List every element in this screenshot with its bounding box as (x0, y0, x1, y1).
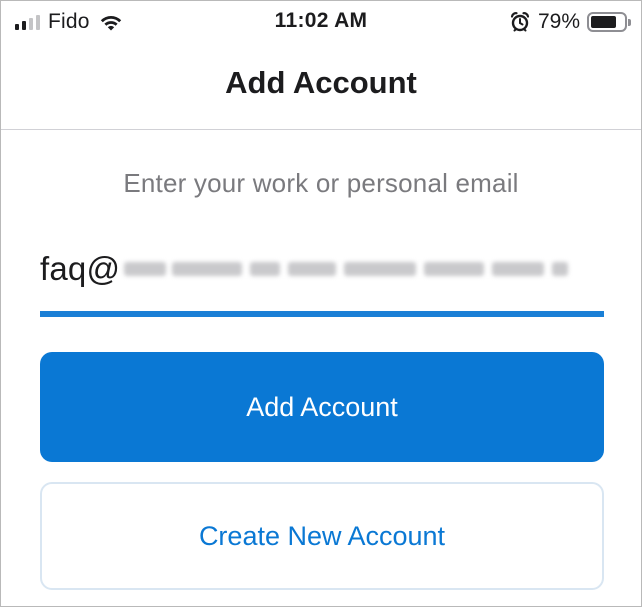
alarm-icon (510, 12, 530, 32)
status-bar: Fido 11:02 AM 79% (1, 1, 641, 45)
battery-percent: 79% (537, 10, 580, 33)
battery-cap (628, 19, 631, 26)
page-title: Add Account (225, 65, 417, 100)
email-field-value: faq@ (40, 250, 121, 287)
status-bar-right: 79% (509, 9, 631, 35)
battery-icon (587, 12, 631, 32)
email-field[interactable]: faq@ (40, 247, 572, 291)
email-field-underline (40, 311, 604, 317)
add-account-button[interactable]: Add Account (40, 352, 604, 462)
battery-level-fill (591, 16, 617, 28)
nav-divider (1, 129, 641, 130)
email-redacted-blur (124, 256, 572, 282)
app-screen: Fido 11:02 AM 79% Add Account Enter your… (0, 0, 642, 607)
email-prompt: Enter your work or personal email (123, 168, 519, 198)
create-new-account-button[interactable]: Create New Account (40, 482, 604, 590)
